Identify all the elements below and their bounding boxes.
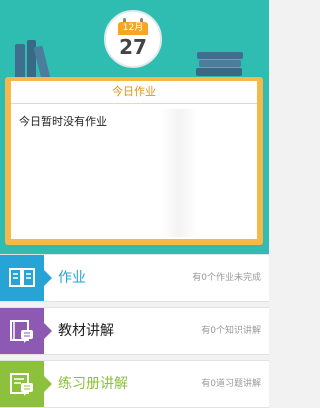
menu-item-status: 有0道习题讲解 <box>201 379 261 389</box>
menu-item-workbook[interactable]: 练习册讲解 有0道习题讲解 <box>0 360 269 408</box>
menu-item-label: 练习册讲解 <box>58 376 128 392</box>
menu-item-textbook[interactable]: 教材讲解 有0个知识讲解 <box>0 307 269 355</box>
shelf-book-decoration <box>196 68 242 76</box>
open-book-icon <box>9 268 35 287</box>
menu-item-label: 作业 <box>58 270 86 286</box>
menu-icon-box <box>0 361 52 407</box>
menu-item-homework[interactable]: 作业 有0个作业未完成 <box>0 254 269 302</box>
calendar-day: 27 <box>119 35 147 59</box>
homework-card-title: 今日作业 <box>11 81 257 104</box>
calendar-month: 12月 <box>118 22 148 35</box>
homework-empty-message: 今日暂时没有作业 <box>19 115 107 128</box>
calendar-badge: 12月 27 <box>104 10 162 68</box>
menu-icon-box <box>0 308 52 354</box>
workbook-chat-icon <box>10 373 33 396</box>
header-area: 12月 27 今日作业 今日暂时没有作业 <box>0 0 269 255</box>
homework-card-page: 今日作业 今日暂时没有作业 <box>11 81 257 239</box>
shelf-book-decoration <box>197 52 243 59</box>
menu-item-status: 有0个知识讲解 <box>201 326 261 336</box>
shelf-book-decoration <box>199 60 241 67</box>
textbook-chat-icon <box>10 320 33 343</box>
page-fold-decoration <box>161 109 197 237</box>
menu-item-label: 教材讲解 <box>58 323 114 339</box>
homework-card: 今日作业 今日暂时没有作业 <box>5 77 263 245</box>
menu-item-status: 有0个作业未完成 <box>192 273 261 283</box>
menu-icon-box <box>0 255 52 301</box>
